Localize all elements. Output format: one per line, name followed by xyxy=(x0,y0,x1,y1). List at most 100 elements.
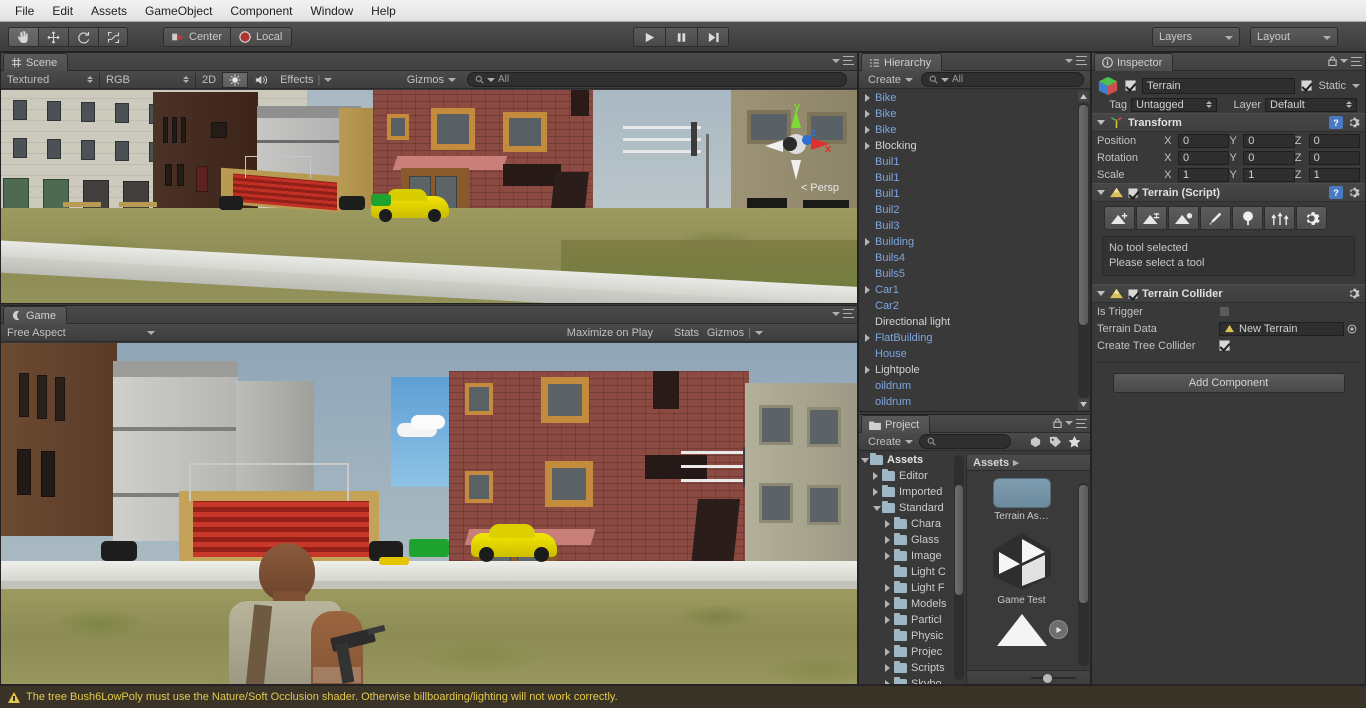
game-panel-menu[interactable] xyxy=(832,309,854,318)
foldout-arrow-icon[interactable] xyxy=(885,664,894,672)
foldout-arrow-icon[interactable] xyxy=(865,110,874,118)
layers-dropdown[interactable]: Layers xyxy=(1152,27,1240,47)
object-picker-button[interactable] xyxy=(1344,324,1360,334)
foldout-arrow-icon[interactable] xyxy=(865,142,874,150)
hierarchy-item[interactable]: Lightpole xyxy=(859,362,1078,378)
stats-button[interactable]: Stats xyxy=(668,325,705,341)
tab-scene[interactable]: Scene xyxy=(3,53,69,71)
foldout-arrow-icon[interactable] xyxy=(873,472,882,480)
inspector-panel-menu[interactable] xyxy=(1328,56,1362,66)
project-tree-item[interactable]: Light F xyxy=(859,580,965,596)
project-tree-item[interactable]: Particl xyxy=(859,612,965,628)
foldout-arrow-icon[interactable] xyxy=(885,600,894,608)
project-create-button[interactable]: Create xyxy=(862,434,919,450)
scene-audio-toggle[interactable] xyxy=(248,72,274,88)
toggle-2d-button[interactable]: 2D xyxy=(196,72,222,88)
asset-zoom-slider[interactable] xyxy=(967,670,1090,684)
foldout-open-icon[interactable] xyxy=(873,505,882,511)
foldout-arrow-icon[interactable] xyxy=(865,126,874,134)
project-tree-item[interactable]: Chara xyxy=(859,516,965,532)
transform-scale-x-field[interactable]: 1 xyxy=(1177,167,1230,182)
scene-projection-toggle[interactable]: < Persp xyxy=(801,182,839,194)
tag-dropdown[interactable]: Untagged xyxy=(1131,97,1217,112)
aspect-ratio-dropdown[interactable]: Free Aspect xyxy=(1,325,161,341)
hierarchy-item[interactable]: oildrum xyxy=(859,394,1078,410)
scene-orientation-gizmo[interactable]: y x z xyxy=(757,101,835,192)
layout-dropdown[interactable]: Layout xyxy=(1250,27,1338,47)
scene-lighting-toggle[interactable] xyxy=(222,71,249,88)
terrain-script-component-header[interactable]: Terrain (Script) ? xyxy=(1092,183,1365,202)
foldout-arrow-icon[interactable] xyxy=(865,238,874,246)
chevron-down-icon[interactable] xyxy=(1352,83,1360,88)
tab-inspector[interactable]: Inspector xyxy=(1094,53,1174,71)
zoom-knob[interactable] xyxy=(1043,674,1053,683)
transform-position-z-field[interactable]: 0 xyxy=(1308,133,1361,148)
favorites-button[interactable] xyxy=(1062,434,1087,450)
hierarchy-item[interactable]: Buil3 xyxy=(859,218,1078,234)
transform-component-header[interactable]: Transform ? xyxy=(1092,113,1365,132)
draw-mode-dropdown[interactable]: Textured xyxy=(1,72,99,88)
project-tree-item[interactable]: Physic xyxy=(859,628,965,644)
terrain-data-object-field[interactable]: New Terrain xyxy=(1219,321,1344,336)
gear-icon[interactable] xyxy=(1347,116,1360,129)
hierarchy-item[interactable]: House xyxy=(859,346,1078,362)
project-tree-item[interactable]: Scripts xyxy=(859,660,965,676)
smooth-height-tool[interactable] xyxy=(1168,206,1199,230)
hierarchy-item[interactable]: Car1 xyxy=(859,282,1078,298)
gear-icon[interactable] xyxy=(1347,186,1360,199)
terrain-script-enabled-checkbox[interactable] xyxy=(1128,187,1138,198)
breadcrumb[interactable]: Assets ▸ xyxy=(967,455,1090,471)
render-mode-dropdown[interactable]: RGB xyxy=(100,72,195,88)
play-button[interactable] xyxy=(633,27,665,47)
menu-assets[interactable]: Assets xyxy=(82,2,136,20)
hierarchy-create-button[interactable]: Create xyxy=(862,72,919,88)
foldout-arrow-icon[interactable] xyxy=(885,520,894,528)
transform-scale-z-field[interactable]: 1 xyxy=(1308,167,1361,182)
transform-rotation-x-field[interactable]: 0 xyxy=(1177,150,1230,165)
foldout-arrow-icon[interactable] xyxy=(1097,291,1105,296)
project-tree-item[interactable]: Skybo xyxy=(859,676,965,684)
object-name-field[interactable]: Terrain xyxy=(1142,77,1296,94)
hierarchy-scroll-thumb[interactable] xyxy=(1079,105,1088,325)
hierarchy-item[interactable]: Bike xyxy=(859,106,1078,122)
hierarchy-panel-menu[interactable] xyxy=(1065,56,1087,65)
menu-component[interactable]: Component xyxy=(221,2,301,20)
pause-button[interactable] xyxy=(665,27,697,47)
project-tree-item[interactable]: Editor xyxy=(859,468,965,484)
project-tree-item[interactable]: Imported xyxy=(859,484,965,500)
paint-details-tool[interactable] xyxy=(1264,206,1295,230)
foldout-arrow-icon[interactable] xyxy=(1097,190,1105,195)
asset-item[interactable]: Game Test xyxy=(967,522,1076,606)
rotate-tool[interactable] xyxy=(68,27,98,47)
foldout-arrow-icon[interactable] xyxy=(865,94,874,102)
game-gizmos-dropdown[interactable]: Gizmos | xyxy=(701,325,769,341)
project-panel-menu[interactable] xyxy=(1053,418,1087,428)
hierarchy-item[interactable]: Car2 xyxy=(859,298,1078,314)
hierarchy-item[interactable]: oildrum xyxy=(859,378,1078,394)
scene-search-input[interactable]: All xyxy=(467,72,847,87)
place-trees-tool[interactable] xyxy=(1232,206,1263,230)
scene-viewport[interactable]: y x z < Persp xyxy=(1,90,857,303)
add-component-button[interactable]: Add Component xyxy=(1112,373,1345,393)
foldout-arrow-icon[interactable] xyxy=(885,680,894,684)
menu-help[interactable]: Help xyxy=(362,2,405,20)
terrain-collider-enabled-checkbox[interactable] xyxy=(1128,288,1138,299)
rotation-space-button[interactable]: Local xyxy=(230,27,293,47)
tab-game[interactable]: Game xyxy=(3,306,67,324)
project-tree-item[interactable]: Assets xyxy=(859,452,965,468)
project-tree-scroll-thumb[interactable] xyxy=(955,485,963,595)
asset-item[interactable]: Terrain As… xyxy=(967,472,1076,522)
hierarchy-scroll-up[interactable] xyxy=(1078,91,1089,102)
transform-rotation-z-field[interactable]: 0 xyxy=(1308,150,1361,165)
hierarchy-scrollbar[interactable] xyxy=(1078,103,1089,398)
scene-effects-dropdown[interactable]: Effects | xyxy=(274,72,338,88)
pivot-mode-button[interactable]: Center xyxy=(163,27,231,47)
project-tree-item[interactable]: Standard xyxy=(859,500,965,516)
tab-hierarchy[interactable]: Hierarchy xyxy=(861,53,943,71)
foldout-arrow-icon[interactable] xyxy=(885,584,894,592)
hierarchy-search-input[interactable]: All xyxy=(921,72,1084,87)
project-tree-scrollbar[interactable] xyxy=(954,455,964,680)
layer-dropdown[interactable]: Default xyxy=(1265,97,1357,112)
transform-position-x-field[interactable]: 0 xyxy=(1177,133,1230,148)
menu-file[interactable]: File xyxy=(6,2,43,20)
